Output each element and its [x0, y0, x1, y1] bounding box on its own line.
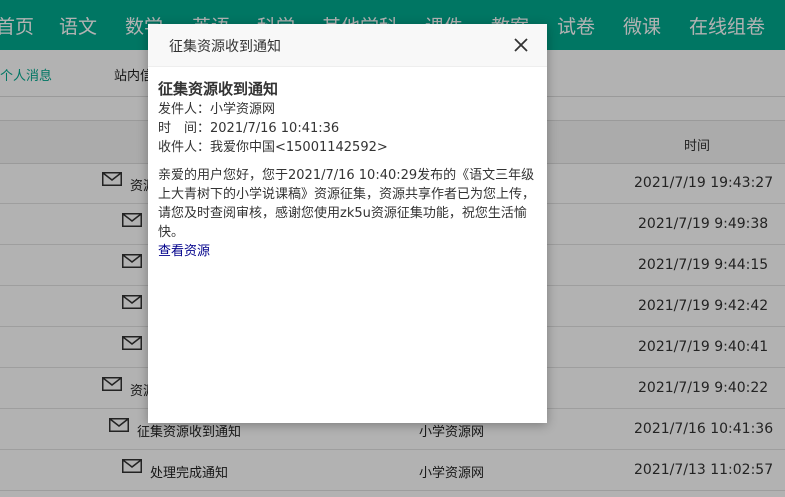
message-time: 时 间：2021/7/16 10:41:36	[158, 121, 340, 136]
message-dialog: 征集资源收到通知 征集资源收到通知 发件人：小学资源网 时 间：2021/7/1…	[148, 24, 547, 423]
message-title: 征集资源收到通知	[158, 80, 279, 98]
message-recipient: 收件人：我爱你中国<15001142592>	[158, 140, 388, 155]
close-icon[interactable]	[513, 37, 529, 53]
dialog-header: 征集资源收到通知	[148, 24, 547, 67]
message-sender: 发件人：小学资源网	[158, 102, 276, 117]
dialog-title: 征集资源收到通知	[169, 39, 281, 55]
view-resource-link[interactable]: 查看资源	[158, 242, 536, 261]
message-content: 亲爱的用户您好，您于2021/7/16 10:40:29发布的《语文三年级上大青…	[158, 168, 536, 240]
dialog-body: 征集资源收到通知 发件人：小学资源网 时 间：2021/7/16 10:41:3…	[158, 78, 536, 261]
